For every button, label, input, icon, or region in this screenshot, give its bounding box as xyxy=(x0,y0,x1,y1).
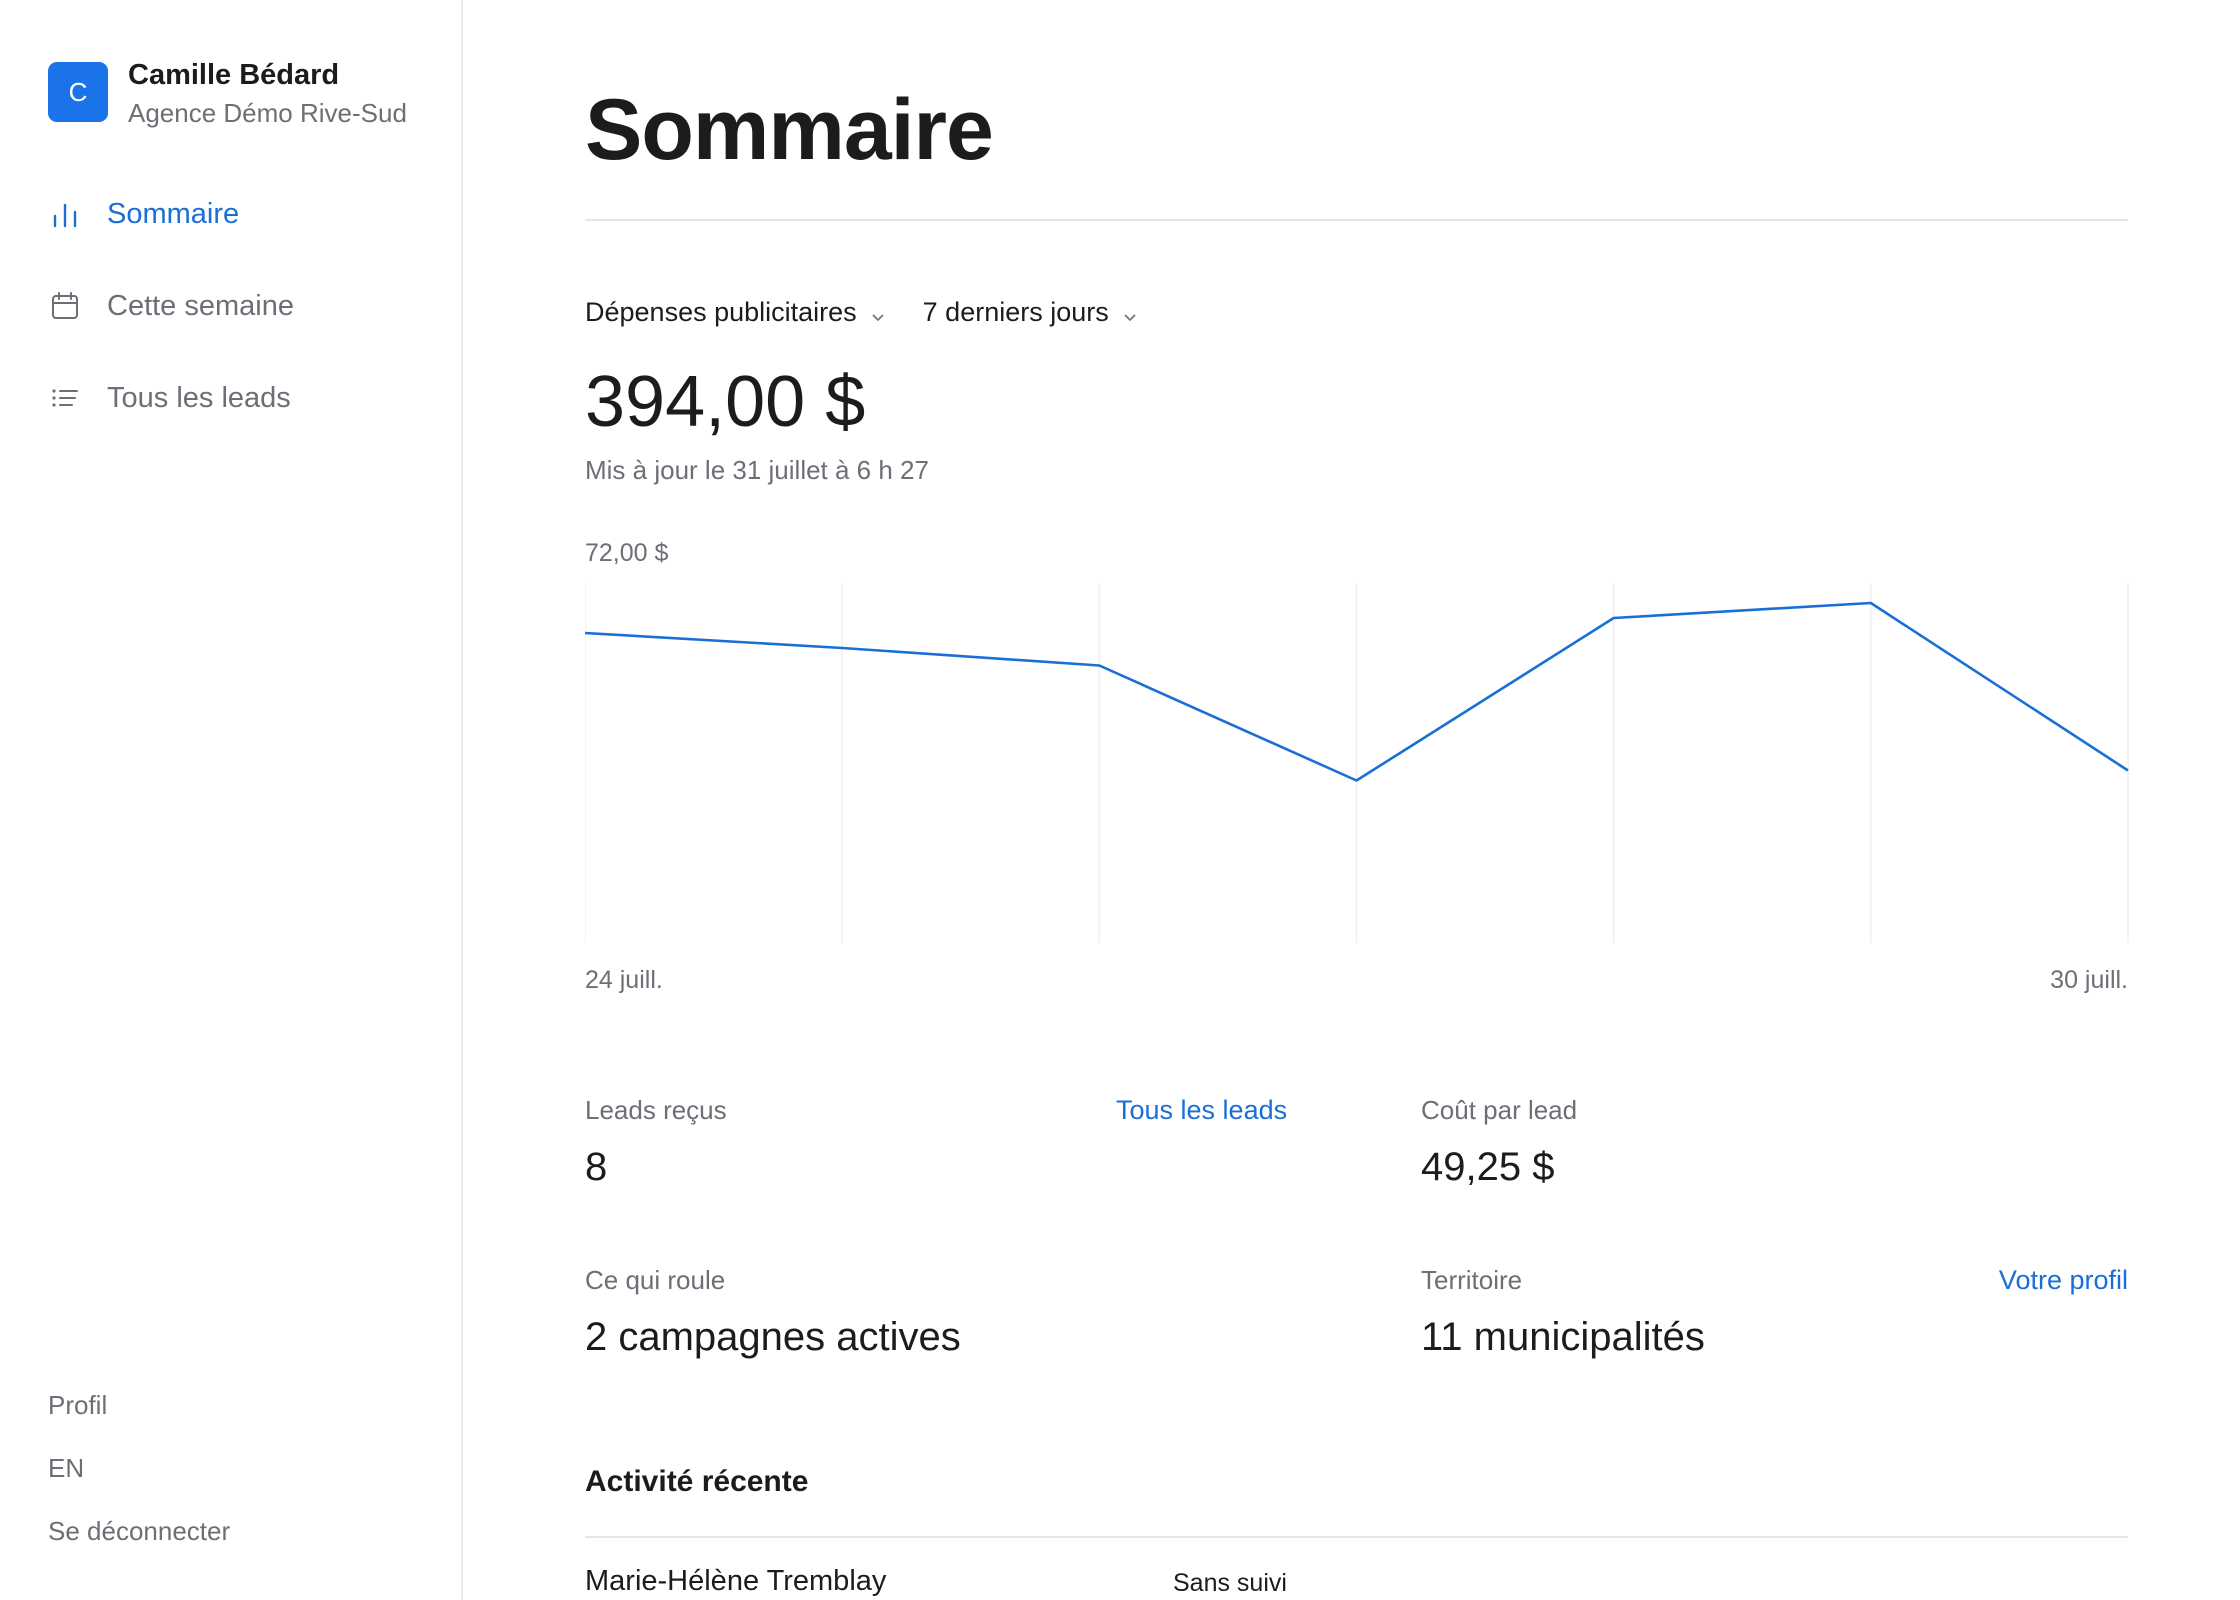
language-toggle[interactable]: EN xyxy=(48,1451,230,1485)
sidebar-footer: Profil EN Se déconnecter xyxy=(48,1388,230,1577)
x-tick-label: 24 juill. xyxy=(585,966,663,994)
your-profile-link[interactable]: Votre profil xyxy=(1999,1263,2128,1297)
leads-value: 8 xyxy=(585,1145,608,1189)
activity-divider xyxy=(585,1536,2128,1538)
territory-value: 11 municipalités xyxy=(1421,1315,1705,1359)
metric-select-value: Dépenses publicitaires xyxy=(585,297,857,327)
cost-per-lead-value: 49,25 $ xyxy=(1421,1145,1555,1189)
metric-select[interactable]: Dépenses publicitaires xyxy=(585,296,885,329)
chevron-down-icon xyxy=(871,298,885,329)
recent-activity-title: Activité récente xyxy=(585,1465,809,1498)
sidebar-nav: Sommaire Cette semaine Tous les leads xyxy=(48,190,428,466)
agency-name: Agence Démo Rive-Sud xyxy=(128,98,407,128)
calendar-icon xyxy=(48,289,82,323)
territory-label: Territoire xyxy=(1421,1265,1523,1295)
period-select-value: 7 derniers jours xyxy=(922,297,1109,327)
leads-stat: Leads reçus 8 xyxy=(585,1093,727,1191)
profile-link[interactable]: Profil xyxy=(48,1388,230,1422)
sidebar: C Camille Bédard Agence Démo Rive-Sud So… xyxy=(0,0,463,1600)
title-divider xyxy=(585,219,2128,221)
campaigns-stat: Ce qui roule 2 campagnes actives xyxy=(585,1263,961,1361)
activity-status: Sans suivi xyxy=(1173,1569,1287,1597)
leads-label: Leads reçus xyxy=(585,1095,727,1125)
cost-per-lead-stat: Coût par lead 49,25 $ xyxy=(1421,1093,1577,1191)
total-spend-value: 394,00 $ xyxy=(585,362,866,442)
cost-per-lead-label: Coût par lead xyxy=(1421,1095,1578,1125)
territory-stat: Territoire 11 municipalités xyxy=(1421,1263,1705,1361)
page-title: Sommaire xyxy=(585,82,994,178)
bar-chart-icon xyxy=(48,197,82,231)
sidebar-item-label: Cette semaine xyxy=(107,289,294,322)
period-select[interactable]: 7 derniers jours xyxy=(923,296,1137,329)
account-header: C Camille Bédard Agence Démo Rive-Sud xyxy=(48,58,407,130)
sidebar-item-label: Tous les leads xyxy=(107,381,291,414)
sidebar-item-tous-les-leads[interactable]: Tous les leads xyxy=(48,374,428,422)
chevron-down-icon xyxy=(1123,298,1137,329)
account-text: Camille Bédard Agence Démo Rive-Sud xyxy=(128,58,407,130)
spend-line-chart: 72,00 $ 24 juill. 30 juill. xyxy=(585,539,2129,994)
last-updated-text: Mis à jour le 31 juillet à 6 h 27 xyxy=(585,455,929,485)
logout-link[interactable]: Se déconnecter xyxy=(48,1514,230,1548)
sidebar-item-label: Sommaire xyxy=(107,197,240,230)
all-leads-link[interactable]: Tous les leads xyxy=(1116,1093,1287,1127)
avatar: C xyxy=(48,62,108,122)
filter-bar: Dépenses publicitaires 7 derniers jours xyxy=(585,296,1175,329)
campaigns-value: 2 campagnes actives xyxy=(585,1315,961,1359)
main-content: Sommaire Dépenses publicitaires 7 dernie… xyxy=(585,0,2129,1600)
x-tick-label: 30 juill. xyxy=(2050,966,2128,994)
sidebar-item-cette-semaine[interactable]: Cette semaine xyxy=(48,282,428,330)
user-name: Camille Bédard xyxy=(128,59,340,91)
sidebar-item-sommaire[interactable]: Sommaire xyxy=(48,190,428,238)
campaigns-label: Ce qui roule xyxy=(585,1265,726,1295)
activity-lead-name: Marie-Hélène Tremblay xyxy=(585,1565,887,1597)
list-icon xyxy=(48,381,82,415)
app: C Camille Bédard Agence Démo Rive-Sud So… xyxy=(0,0,2240,1600)
y-max-label: 72,00 $ xyxy=(585,539,669,567)
